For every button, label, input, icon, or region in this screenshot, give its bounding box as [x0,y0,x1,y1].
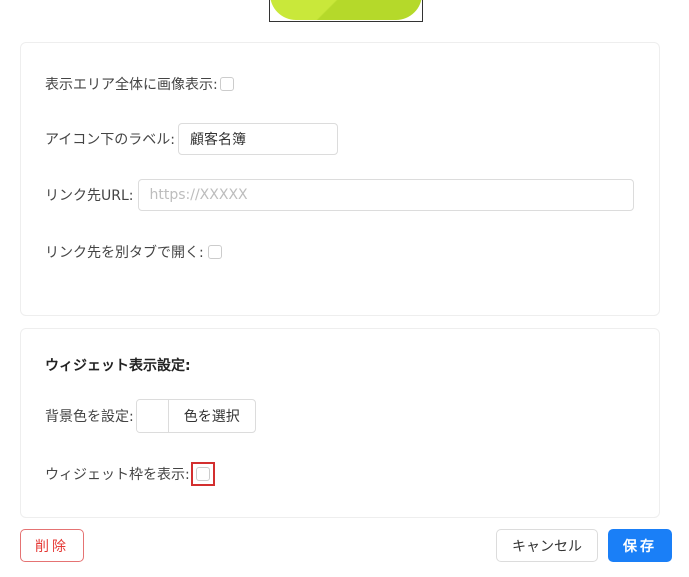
icon-label-label: アイコン下のラベル: [45,132,176,148]
widget-settings-title: ウィジェット表示設定: [45,358,191,374]
show-frame-highlight [190,462,215,486]
bg-color-label: 背景色を設定: [45,409,134,425]
new-tab-label: リンク先を別タブで開く: [45,245,204,261]
fullscreen-row: 表示エリア全体に画像表示: [45,74,234,94]
widget-settings-card: ウィジェット表示設定: 背景色を設定: 色を選択 ウィジェット枠を表示: [20,328,660,518]
show-frame-checkbox[interactable] [195,467,210,481]
display-settings-card: 表示エリア全体に画像表示: アイコン下のラベル: 顧客名簿 リンク先URL: h… [20,42,660,316]
icon-label-input[interactable]: 顧客名簿 [178,123,339,155]
delete-button[interactable]: 削除 [20,529,84,562]
bg-color-picker: 色を選択 [135,399,256,433]
show-frame-row: ウィジェット枠を表示: [45,462,215,486]
icon-label-value: 顧客名簿 [190,132,247,148]
link-url-placeholder: https://XXXXX [149,187,248,203]
icon-preview [269,0,423,22]
link-url-input[interactable]: https://XXXXX [137,179,634,211]
color-swatch[interactable] [136,400,169,432]
new-tab-row: リンク先を別タブで開く: [45,242,222,262]
new-tab-checkbox[interactable] [207,245,222,259]
icon-label-row: アイコン下のラベル: 顧客名簿 [45,123,339,155]
choose-color-button[interactable]: 色を選択 [169,400,255,432]
fullscreen-checkbox[interactable] [219,77,234,91]
bg-color-row: 背景色を設定: 色を選択 [45,399,256,433]
save-button[interactable]: 保存 [608,529,672,562]
widget-title-row: ウィジェット表示設定: [45,355,191,375]
link-url-label: リンク先URL: [45,188,134,204]
icon-preview-shape [270,0,422,20]
fullscreen-label: 表示エリア全体に画像表示: [45,77,218,93]
cancel-button[interactable]: キャンセル [496,529,598,562]
link-url-row: リンク先URL: https://XXXXX [45,179,634,211]
show-frame-label: ウィジェット枠を表示: [45,467,190,483]
